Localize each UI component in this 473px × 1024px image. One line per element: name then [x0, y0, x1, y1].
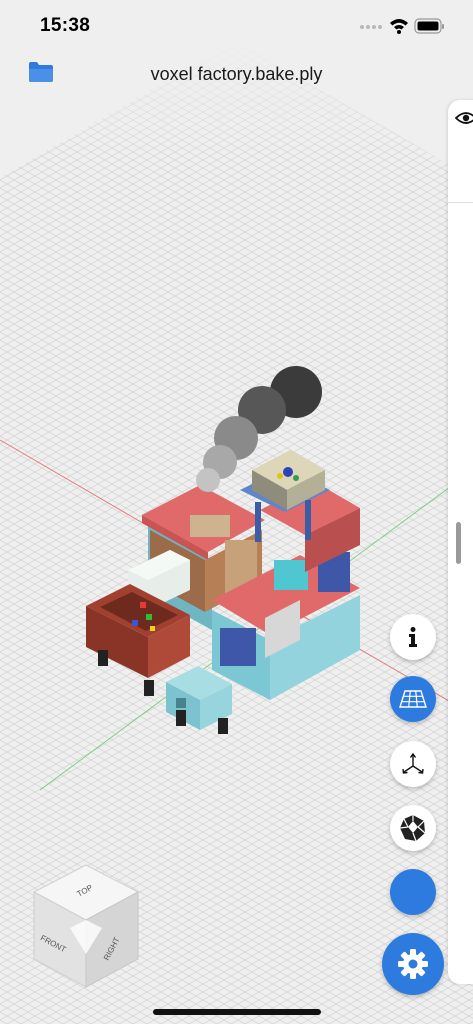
side-panel-divider: [448, 202, 473, 203]
status-time: 15:38: [40, 15, 91, 36]
top-bar: voxel factory.bake.ply: [0, 56, 473, 96]
battery-icon: [414, 18, 444, 34]
grid-toggle-button[interactable]: [390, 676, 436, 722]
info-icon: [409, 627, 417, 647]
status-icons: [357, 16, 447, 41]
file-title: voxel factory.bake.ply: [150, 64, 323, 84]
visibility-toggle[interactable]: [454, 110, 473, 131]
cellular-signal-icon: [360, 25, 382, 29]
wifi-icon: [390, 19, 408, 34]
info-button[interactable]: [390, 614, 436, 660]
eye-icon: [454, 112, 473, 124]
settings-button[interactable]: [382, 933, 444, 995]
mesh-mode-button[interactable]: [390, 805, 436, 851]
color-picker-button[interactable]: [390, 869, 436, 915]
grid-icon: [399, 690, 427, 708]
axes-icon: [402, 753, 424, 774]
axes-toggle-button[interactable]: [390, 741, 436, 787]
folder-icon: [29, 62, 53, 82]
polyhedron-icon: [399, 815, 426, 842]
side-panel[interactable]: [448, 100, 473, 984]
side-panel-scrollbar[interactable]: [456, 522, 461, 564]
view-cube[interactable]: TOP FRONT RIGHT: [28, 862, 144, 990]
gear-icon: [398, 949, 428, 979]
open-folder-button[interactable]: [27, 60, 59, 90]
status-bar: 15:38: [0, 0, 473, 52]
home-indicator[interactable]: [153, 1009, 321, 1015]
